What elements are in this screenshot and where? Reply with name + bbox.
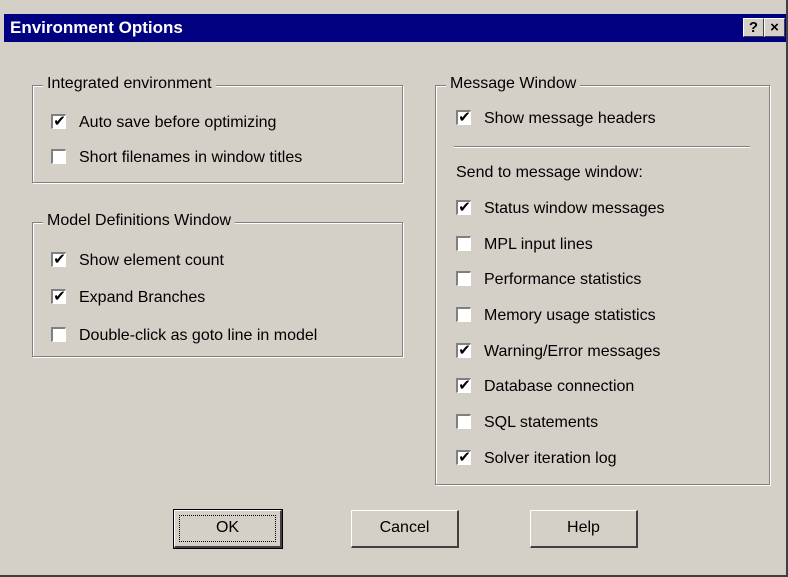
- focus-rectangle: [179, 515, 276, 542]
- checkbox-label: Show element count: [79, 252, 224, 269]
- check-icon: ✔: [458, 376, 471, 394]
- checkbox-box[interactable]: ✔: [456, 341, 471, 359]
- checkbox-box[interactable]: [456, 236, 471, 251]
- close-button[interactable]: ×: [764, 18, 785, 37]
- checkbox-label: Expand Branches: [79, 289, 206, 306]
- help-titlebar-button[interactable]: ?: [743, 18, 764, 37]
- checkbox-box[interactable]: [456, 307, 471, 322]
- checkbox-box[interactable]: ✔: [456, 198, 471, 216]
- title-bar[interactable]: Environment Options ? ×: [4, 14, 786, 42]
- checkbox-label: Status window messages: [484, 200, 665, 217]
- check-icon: ✔: [458, 198, 471, 216]
- check-icon: ✔: [53, 112, 66, 130]
- checkbox-box[interactable]: [456, 414, 471, 429]
- cancel-button-label: Cancel: [379, 519, 430, 536]
- check-icon: ✔: [458, 341, 471, 359]
- checkbox-label: Solver iteration log: [484, 450, 617, 467]
- group-legend: Model Definitions Window: [43, 212, 236, 230]
- send-to-message-window-label: Send to message window:: [456, 164, 643, 181]
- check-icon: ✔: [53, 250, 66, 268]
- separator: [454, 146, 750, 148]
- model-definitions-window-group: Model Definitions Window ✔ Show element …: [32, 212, 403, 357]
- group-legend: Message Window: [446, 75, 581, 93]
- integrated-environment-group: Integrated environment ✔ Auto save befor…: [32, 75, 403, 183]
- help-button-label: Help: [567, 519, 600, 536]
- checkbox-label: Double-click as goto line in model: [79, 327, 318, 344]
- checkbox-label: Database connection: [484, 378, 635, 395]
- checkbox-box[interactable]: [51, 327, 66, 342]
- checkbox-box[interactable]: ✔: [51, 287, 66, 305]
- ok-button[interactable]: OK: [173, 509, 283, 549]
- checkbox-box[interactable]: ✔: [51, 112, 66, 130]
- group-legend: Integrated environment: [43, 75, 216, 93]
- checkbox-box[interactable]: [51, 149, 66, 164]
- checkbox-label: SQL statements: [484, 414, 599, 431]
- checkbox-label: MPL input lines: [484, 236, 593, 253]
- message-window-group: Message Window ✔ Show message headers Se…: [435, 75, 770, 485]
- checkbox-label: Warning/Error messages: [484, 343, 661, 360]
- checkbox-box[interactable]: ✔: [456, 448, 471, 466]
- checkbox-box[interactable]: ✔: [51, 250, 66, 268]
- checkbox-label: Memory usage statistics: [484, 307, 656, 324]
- checkbox-label: Short filenames in window titles: [79, 149, 303, 166]
- checkbox-label: Auto save before optimizing: [79, 114, 277, 131]
- checkbox-box[interactable]: ✔: [456, 108, 471, 126]
- cancel-button[interactable]: Cancel: [351, 510, 459, 548]
- check-icon: ✔: [458, 448, 471, 466]
- check-icon: ✔: [53, 287, 66, 305]
- checkbox-box[interactable]: ✔: [456, 376, 471, 394]
- help-button[interactable]: Help: [530, 510, 638, 548]
- checkbox-label: Show message headers: [484, 110, 656, 127]
- check-icon: ✔: [458, 108, 471, 126]
- window-title: Environment Options: [10, 18, 183, 37]
- checkbox-label: Performance statistics: [484, 271, 642, 288]
- checkbox-box[interactable]: [456, 271, 471, 286]
- environment-options-dialog: Environment Options ? × Integrated envir…: [0, 0, 788, 577]
